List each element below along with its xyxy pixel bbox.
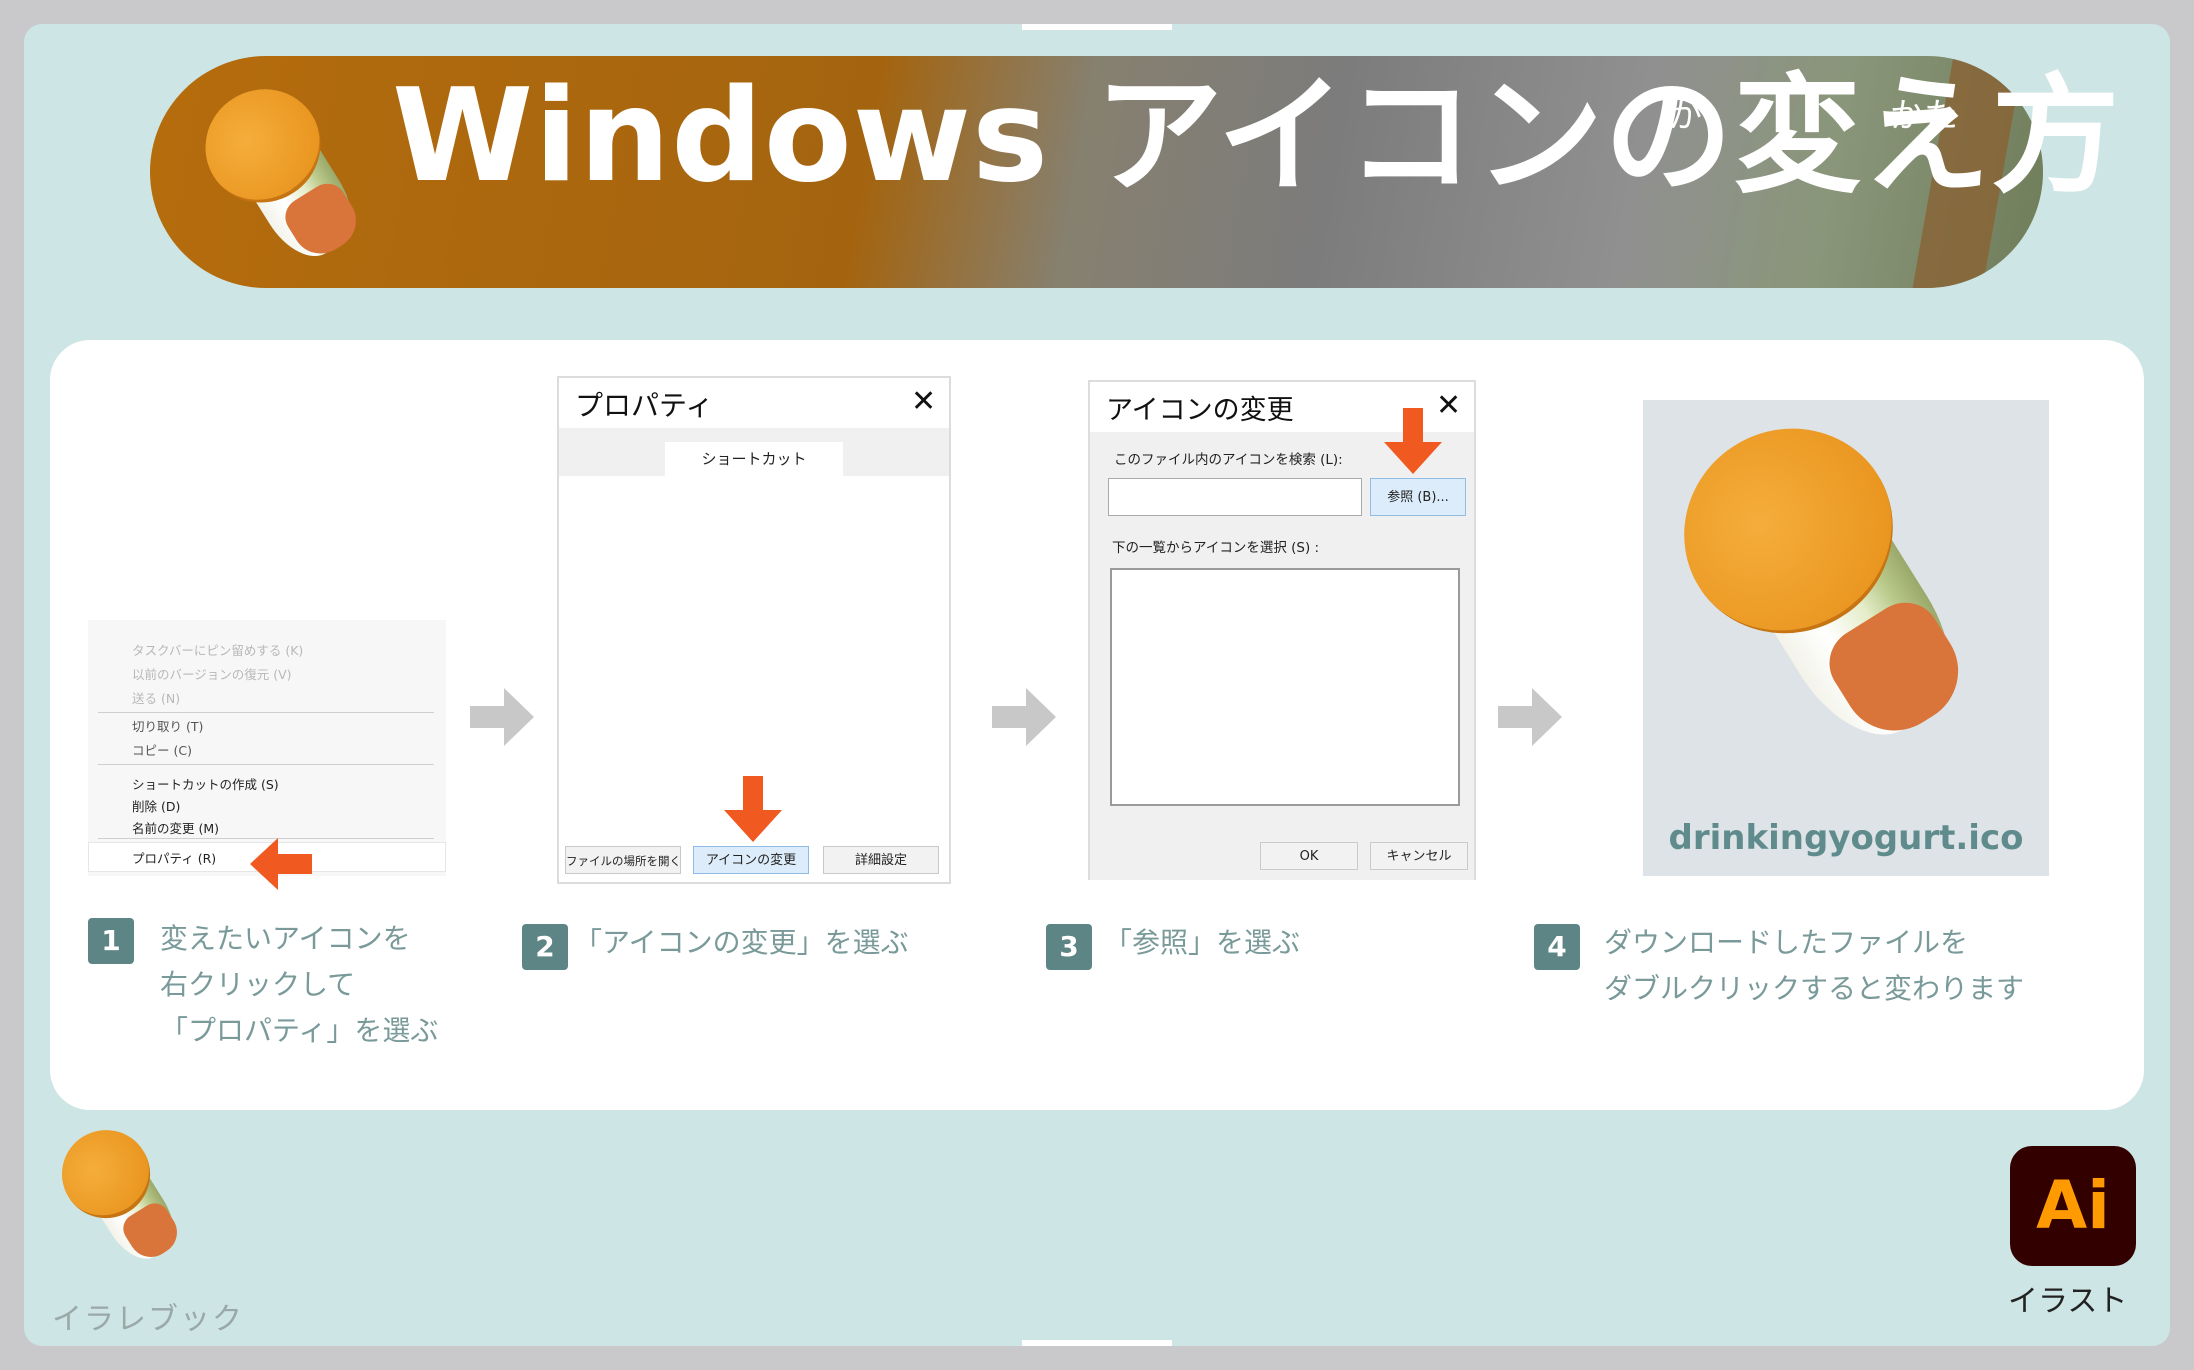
menu-item[interactable]: 名前の変更 (M) — [132, 818, 219, 837]
arrow-down-icon — [1384, 408, 1442, 474]
close-icon[interactable]: ✕ — [911, 384, 936, 419]
frame-notch-bottom — [1022, 1340, 1172, 1346]
ruby-ka: か — [1668, 96, 1702, 136]
open-file-location-button[interactable]: ファイルの場所を開く — [565, 846, 681, 874]
icon-list-label: 下の一覧からアイコンを選択 (S) : — [1112, 540, 1320, 556]
step-caption-2: 「アイコンの変更」を選ぶ — [574, 926, 909, 959]
search-label: このファイル内のアイコンを検索 (L): — [1114, 452, 1343, 468]
icon-filename: drinkingyogurt.ico — [1668, 818, 2024, 858]
browse-button[interactable]: 参照 (B)... — [1370, 478, 1466, 516]
tab-bar: ショートカット — [559, 428, 949, 476]
yogurt-cup-icon — [1645, 389, 1993, 761]
change-icon-button[interactable]: アイコンの変更 — [693, 846, 809, 874]
arrow-right-icon — [470, 688, 534, 746]
dialog-title: プロパティ — [575, 389, 714, 422]
illustrator-icon: Ai — [2010, 1146, 2136, 1266]
menu-item-properties[interactable]: プロパティ (R) — [132, 848, 216, 867]
arrow-right-icon — [1498, 688, 1562, 746]
step-number-4: 4 — [1534, 924, 1580, 970]
menu-separator — [98, 764, 434, 765]
ok-button[interactable]: OK — [1260, 842, 1358, 870]
illustrator-label: イラスト — [2008, 1284, 2128, 1319]
step-number-2: 2 — [522, 924, 568, 970]
menu-item[interactable]: コピー (C) — [132, 740, 192, 759]
advanced-button[interactable]: 詳細設定 — [823, 846, 939, 874]
menu-item[interactable]: 切り取り (T) — [132, 716, 203, 735]
menu-item[interactable]: ショートカットの作成 (S) — [132, 774, 279, 793]
menu-item[interactable]: 送る (N) — [132, 688, 180, 707]
menu-item[interactable]: タスクバーにピン留めする (K) — [132, 640, 303, 659]
step-caption-4: ダウンロードしたファイルを ダブルクリックすると変わります — [1604, 926, 2025, 1005]
arrow-left-icon — [250, 838, 312, 890]
brand-name: イラレブック — [52, 1302, 244, 1337]
tab-shortcut[interactable]: ショートカット — [665, 442, 843, 476]
brand-logo-icon — [45, 1113, 192, 1271]
cancel-button[interactable]: キャンセル — [1370, 842, 1468, 870]
step-number-1: 1 — [88, 918, 134, 964]
result-icon-preview: drinkingyogurt.ico — [1643, 389, 2049, 876]
page-title: Windows アイコンの変え方 — [392, 62, 2121, 211]
menu-item[interactable]: 削除 (D) — [132, 796, 180, 815]
arrow-down-icon — [724, 776, 782, 842]
arrow-right-icon — [992, 688, 1056, 746]
menu-item[interactable]: 以前のバージョンの復元 (V) — [132, 664, 292, 683]
frame-notch-top — [1022, 24, 1172, 30]
step-number-3: 3 — [1046, 924, 1092, 970]
ruby-kata: かた — [1890, 96, 1958, 136]
file-path-input[interactable] — [1108, 478, 1362, 516]
menu-separator — [98, 712, 434, 713]
step-caption-3: 「参照」を選ぶ — [1104, 926, 1301, 959]
dialog-title: アイコンの変更 — [1106, 395, 1294, 426]
yogurt-cup-icon — [184, 67, 375, 271]
icon-list[interactable] — [1110, 568, 1460, 806]
step-caption-1: 変えたいアイコンを 右クリックして 「プロパティ」を選ぶ — [160, 922, 439, 1047]
